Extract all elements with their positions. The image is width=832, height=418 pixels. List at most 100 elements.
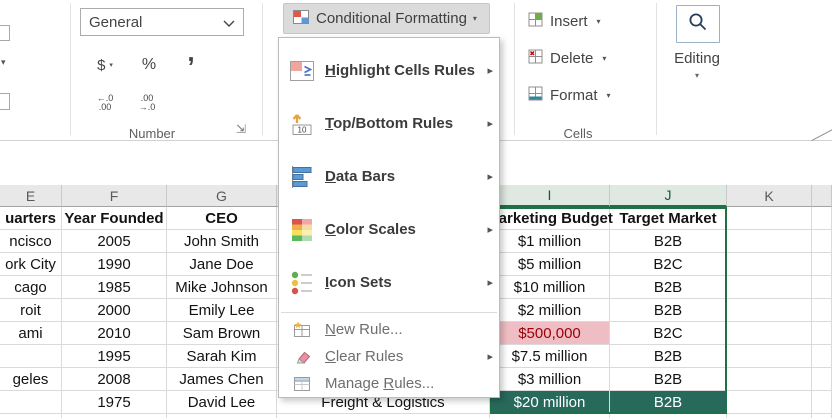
sheet-cell[interactable]: $7.5 million (490, 345, 610, 368)
sheet-cell[interactable]: cago (0, 276, 62, 299)
sheet-cell[interactable] (812, 345, 832, 368)
sheet-cell[interactable]: 1975 (62, 391, 167, 414)
sheet-cell[interactable]: Marketing Budget (490, 207, 610, 230)
sheet-cell-highlighted-red[interactable]: $500,000 (490, 322, 610, 345)
sheet-cell[interactable]: Target Market (610, 207, 727, 230)
sheet-cell[interactable]: B2B (610, 299, 727, 322)
sheet-cell[interactable] (812, 230, 832, 253)
column-header-I[interactable]: I (490, 185, 610, 207)
sheet-cell[interactable] (62, 414, 167, 418)
sheet-cell[interactable]: roit (0, 299, 62, 322)
sheet-cell[interactable]: uarters (0, 207, 62, 230)
sheet-cell[interactable] (812, 414, 832, 418)
dropdown-arrow-icon[interactable]: ▾ (666, 71, 728, 80)
sheet-cell[interactable] (0, 414, 62, 418)
column-header-G[interactable]: G (167, 185, 277, 207)
menu-item-new-rule[interactable]: New Rule... (279, 316, 499, 343)
column-header-partial[interactable] (812, 185, 832, 207)
sheet-cell[interactable] (727, 322, 812, 345)
sheet-cell[interactable]: 1985 (62, 276, 167, 299)
sheet-cell[interactable]: ncisco (0, 230, 62, 253)
sheet-cell[interactable]: geles (0, 368, 62, 391)
cells-group-label: Cells (528, 126, 628, 141)
sheet-cell[interactable] (0, 345, 62, 368)
editing-group-button[interactable] (676, 5, 720, 43)
sheet-cell[interactable] (727, 299, 812, 322)
sheet-cell[interactable] (727, 276, 812, 299)
sheet-cell[interactable] (812, 253, 832, 276)
sheet-cell[interactable]: ork City (0, 253, 62, 276)
sheet-cell[interactable]: Year Founded (62, 207, 167, 230)
sheet-cell[interactable]: Mike Johnson (167, 276, 277, 299)
menu-item-manage-rules[interactable]: Manage Rules... (279, 370, 499, 397)
format-button[interactable]: Format ▾ (528, 82, 644, 108)
sheet-cell[interactable] (727, 414, 812, 418)
sheet-cell[interactable] (727, 230, 812, 253)
sheet-cell[interactable]: $10 million (490, 276, 610, 299)
number-format-select[interactable]: General (80, 8, 244, 36)
menu-item-color-scales[interactable]: Color Scales ▸ (279, 203, 499, 256)
sheet-cell[interactable]: $2 million (490, 299, 610, 322)
sheet-cell[interactable] (490, 414, 610, 418)
sheet-cell[interactable] (167, 414, 277, 418)
sheet-cell[interactable]: B2B (610, 230, 727, 253)
sheet-cell[interactable]: Sam Brown (167, 322, 277, 345)
sheet-cell[interactable] (727, 207, 812, 230)
column-header-E[interactable]: E (0, 185, 62, 207)
conditional-formatting-button[interactable]: Conditional Formatting ▾ (283, 3, 490, 34)
sheet-cell[interactable]: B2C (610, 322, 727, 345)
sheet-cell[interactable]: $3 million (490, 368, 610, 391)
number-dialog-launcher-icon[interactable]: ⇲ (236, 122, 246, 136)
sheet-cell[interactable] (812, 368, 832, 391)
sheet-cell[interactable]: 2000 (62, 299, 167, 322)
sheet-cell[interactable]: David Lee (167, 391, 277, 414)
sheet-cell[interactable] (812, 322, 832, 345)
sheet-cell[interactable]: B2B (610, 345, 727, 368)
sheet-cell[interactable]: B2B (610, 368, 727, 391)
sheet-cell[interactable] (812, 207, 832, 230)
percent-style-button[interactable]: % (134, 50, 164, 80)
sheet-cell[interactable]: 1990 (62, 253, 167, 276)
sheet-cell[interactable]: Emily Lee (167, 299, 277, 322)
increase-decimal-button[interactable]: ←.0 .00 (86, 89, 124, 117)
menu-item-icon-sets[interactable]: Icon Sets ▸ (279, 256, 499, 309)
sheet-cell[interactable] (812, 391, 832, 414)
sheet-cell[interactable] (727, 391, 812, 414)
sheet-cell[interactable] (727, 368, 812, 391)
sheet-cell[interactable] (277, 414, 490, 418)
sheet-cell[interactable]: James Chen (167, 368, 277, 391)
sheet-cell[interactable]: 1995 (62, 345, 167, 368)
comma-style-button[interactable]: , (176, 44, 206, 74)
column-header-K[interactable]: K (727, 185, 812, 207)
sheet-cell[interactable]: B2C (610, 253, 727, 276)
sheet-cell[interactable] (812, 299, 832, 322)
menu-item-top-bottom-rules[interactable]: 10 Top/Bottom Rules ▸ (279, 97, 499, 150)
sheet-cell[interactable]: Sarah Kim (167, 345, 277, 368)
sheet-cell[interactable] (812, 276, 832, 299)
sheet-cell[interactable] (727, 345, 812, 368)
sheet-cell[interactable]: B2B (610, 276, 727, 299)
sheet-cell[interactable]: 2010 (62, 322, 167, 345)
sheet-cell[interactable]: CEO (167, 207, 277, 230)
sheet-cell[interactable] (0, 391, 62, 414)
sheet-cell[interactable]: ami (0, 322, 62, 345)
sheet-cell[interactable]: $5 million (490, 253, 610, 276)
sheet-cell[interactable] (610, 414, 727, 418)
sheet-cell[interactable] (727, 253, 812, 276)
delete-button[interactable]: Delete ▾ (528, 45, 644, 71)
sheet-cell[interactable]: 2008 (62, 368, 167, 391)
sheet-cell[interactable]: John Smith (167, 230, 277, 253)
menu-item-highlight-cells-rules[interactable]: Highlight Cells Rules ▸ (279, 44, 499, 97)
sheet-cell[interactable]: 2005 (62, 230, 167, 253)
sheet-cell[interactable]: Jane Doe (167, 253, 277, 276)
insert-button[interactable]: Insert ▾ (528, 8, 644, 34)
sheet-cell-dark-fill[interactable]: $20 million (490, 391, 610, 414)
sheet-cell[interactable]: $1 million (490, 230, 610, 253)
sheet-cell-dark-fill[interactable]: B2B (610, 391, 727, 414)
column-header-F[interactable]: F (62, 185, 167, 207)
menu-item-clear-rules[interactable]: Clear Rules ▸ (279, 343, 499, 370)
column-header-J[interactable]: J (610, 185, 727, 207)
accounting-format-button[interactable]: $ ▾ (84, 50, 126, 80)
decrease-decimal-button[interactable]: .00 →.0 (128, 89, 166, 117)
menu-item-data-bars[interactable]: Data Bars ▸ (279, 150, 499, 203)
